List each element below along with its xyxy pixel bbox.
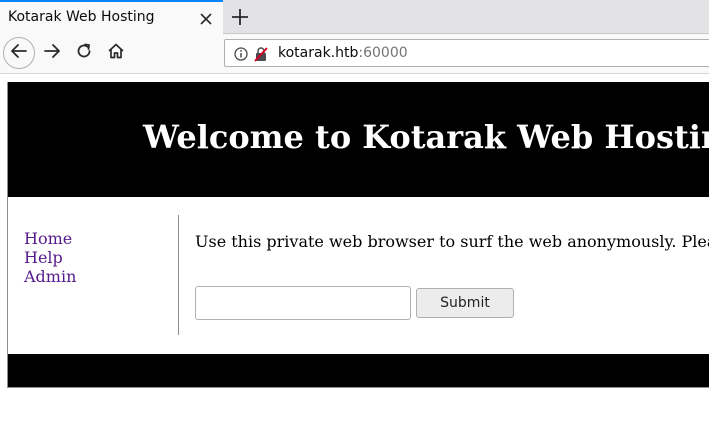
url-input[interactable] [195,286,411,320]
reload-icon [75,42,93,64]
sidebar-item-home[interactable]: Home [24,229,76,248]
page-title: Welcome to Kotarak Web Hosting [143,118,709,156]
page-content: Welcome to Kotarak Web Hosting Home Help… [7,82,709,388]
plus-icon[interactable] [228,5,252,29]
forward-arrow-icon [43,42,61,64]
forward-button[interactable] [36,37,68,69]
page-footer [8,354,709,387]
url-text: kotarak.htb:60000 [278,45,408,61]
intro-text: Use this private web browser to surf the… [195,232,709,251]
tab-title: Kotarak Web Hosting [8,9,155,25]
back-arrow-icon [10,42,28,64]
url-port: :60000 [358,45,408,61]
vertical-divider [178,215,179,335]
nav-bar: kotarak.htb:60000 [0,34,709,74]
sidebar-item-help[interactable]: Help [24,248,76,267]
sidebar-nav: Home Help Admin [24,229,76,286]
url-host: kotarak.htb [278,45,359,61]
url-bar[interactable]: kotarak.htb:60000 [224,39,709,67]
home-button[interactable] [100,37,132,69]
insecure-lock-icon[interactable] [253,46,269,62]
close-icon[interactable] [196,9,216,29]
page-header: Welcome to Kotarak Web Hosting [8,82,709,197]
reload-button[interactable] [68,37,100,69]
tab-bar: Kotarak Web Hosting [0,0,709,34]
home-icon [107,42,125,64]
tab-kotarak[interactable]: Kotarak Web Hosting [0,0,223,34]
submit-button[interactable]: Submit [416,288,514,318]
back-button[interactable] [3,37,35,69]
sidebar-item-admin[interactable]: Admin [24,267,76,286]
info-icon[interactable] [234,46,248,61]
